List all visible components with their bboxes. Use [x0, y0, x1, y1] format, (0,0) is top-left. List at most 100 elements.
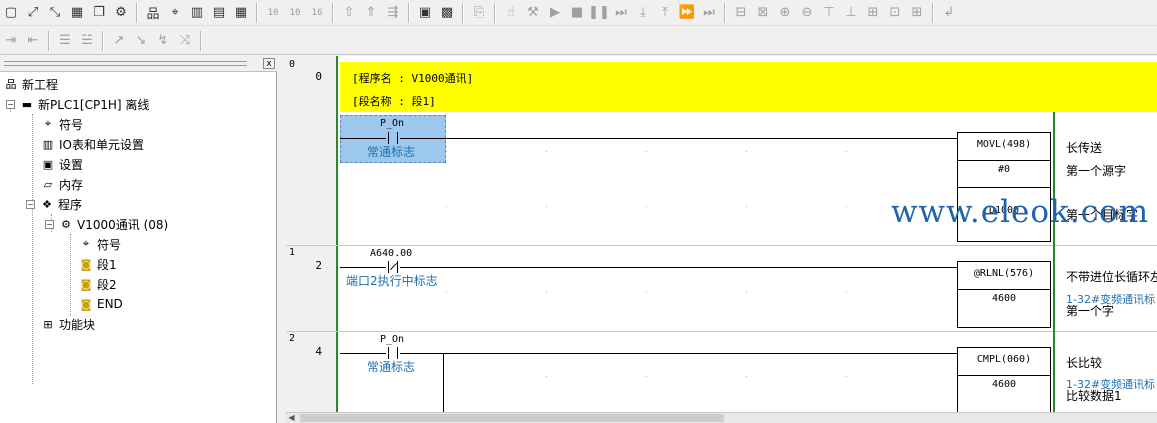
step-10b-icon[interactable]: 10 [285, 3, 305, 23]
fb-instruction: CMPL(060) [976, 354, 1032, 365]
tree-item-local-symbols[interactable]: ⌖ 符号 [78, 235, 121, 253]
tree-item-section-1[interactable]: ◙ 段1 [78, 255, 117, 273]
upload-icon[interactable]: ⇧ [339, 3, 359, 23]
fast-forward-icon[interactable]: ⏩ [677, 3, 697, 23]
rung-separator [286, 331, 1157, 332]
wire [340, 267, 386, 268]
settings-icon[interactable]: ⚙ [111, 3, 131, 23]
tree-item-plc[interactable]: − ▬ 新PLC1[CP1H] 离线 [6, 95, 149, 113]
secondary-toolbar: ⇥ ⇤ ☰ ☱ ↗ ↘ ↯ ⤨ [0, 27, 1157, 55]
scroll-left-icon[interactable]: ◀ [286, 413, 297, 423]
collapse-icon[interactable]: − [45, 219, 54, 229]
tree-item-program-v1000[interactable]: − ⚙ V1000通讯 (08) [45, 215, 168, 233]
io-icon[interactable]: ▥ [187, 3, 207, 23]
comment-icon[interactable]: ☰ [55, 31, 75, 51]
tree-item-settings[interactable]: ▣ 设置 [40, 155, 83, 173]
grid-icon[interactable]: ▦ [67, 3, 87, 23]
compare-icon[interactable]: ⇶ [383, 3, 403, 23]
separator [932, 2, 934, 23]
ladder-editor[interactable]: 0 0 1 2 2 4 [程序名 : V1000通讯] [段名称 : 段1] P… [286, 56, 1157, 423]
upload2-icon[interactable]: ⇑ [361, 3, 381, 23]
wire [340, 138, 386, 139]
window-icon[interactable]: ❐ [89, 3, 109, 23]
grid-dot [546, 206, 547, 207]
uncomment-icon[interactable]: ☱ [77, 31, 97, 51]
offline-icon[interactable]: ▩ [437, 3, 457, 23]
contact-comment: 端口2执行中标志 [346, 274, 438, 288]
step-number: 2 [315, 259, 322, 272]
vline-icon[interactable]: ⊥ [841, 3, 861, 23]
monitor-icon[interactable]: ☝ [501, 3, 521, 23]
memory-icon[interactable]: ▤ [209, 3, 229, 23]
indent-icon[interactable]: ⇥ [1, 31, 21, 51]
tree-item-project[interactable]: 品 新工程 [3, 75, 59, 93]
step-out-icon[interactable]: ⤒ [655, 3, 675, 23]
zoom-icon[interactable]: ⤢ [23, 3, 43, 23]
run-icon[interactable]: ▶ [545, 3, 565, 23]
rise-icon[interactable]: ↗ [109, 31, 129, 51]
instr3-icon[interactable]: ⊞ [907, 3, 927, 23]
contact-nc-icon[interactable]: ⊠ [753, 3, 773, 23]
zoom-fit-icon[interactable]: ⤡ [45, 3, 65, 23]
step-number: 0 [315, 70, 322, 83]
contact-operand: P_On [380, 118, 405, 129]
instr2-icon[interactable]: ⊡ [885, 3, 905, 23]
tree-item-memory[interactable]: ▱ 内存 [40, 175, 83, 193]
separator [48, 30, 50, 51]
rung-number: 2 [289, 333, 296, 344]
operand-comment: 第一个字 [1066, 304, 1115, 318]
collapse-icon[interactable]: − [6, 99, 15, 109]
hline-icon[interactable]: ⊤ [819, 3, 839, 23]
network-icon[interactable]: 品 [143, 3, 163, 23]
scroll-thumb[interactable] [300, 414, 724, 422]
main-toolbar: ▢ ⤢ ⤡ ▦ ❐ ⚙ 品 ⌖ ▥ ▤ ▦ 10 10 16 ⇧ ⇑ ⇶ ▣ ▩… [0, 0, 1157, 26]
grid-dot [646, 151, 647, 152]
function-block-icon: ⊞ [43, 317, 53, 331]
instr-icon[interactable]: ⊞ [863, 3, 883, 23]
step-icon[interactable]: ⏭ [611, 3, 631, 23]
coil-icon[interactable]: ⊕ [775, 3, 795, 23]
fb-operand-1: 4600 [991, 379, 1017, 390]
online-icon[interactable]: ▣ [415, 3, 435, 23]
coil-nc-icon[interactable]: ⊖ [797, 3, 817, 23]
tree-close-button[interactable]: x [263, 58, 275, 69]
fb-divider [958, 160, 1050, 161]
fall-icon[interactable]: ↘ [131, 31, 151, 51]
section-icon: ◙ [80, 257, 92, 271]
instr-comment: 长传送 [1066, 141, 1103, 155]
io-table-icon: ▥ [42, 137, 54, 151]
step-16-icon[interactable]: 16 [307, 3, 327, 23]
stop-icon[interactable]: ■ [567, 3, 587, 23]
end-icon[interactable]: ⏭ [699, 3, 719, 23]
tree-item-section-2[interactable]: ◙ 段2 [78, 275, 117, 293]
step-10-icon[interactable]: 10 [263, 3, 283, 23]
transfer-icon[interactable]: ⎘ [469, 3, 489, 23]
pause-icon[interactable]: ❚❚ [588, 3, 610, 23]
tree-item-io-table[interactable]: ▥ IO表和单元设置 [40, 135, 144, 153]
wire [443, 353, 444, 413]
table-icon[interactable]: ▦ [231, 3, 251, 23]
tree-grip[interactable] [4, 61, 247, 66]
grid-dot [546, 151, 547, 152]
tree-item-end[interactable]: ◙ END [78, 295, 123, 313]
contact-no-icon[interactable]: ⊟ [731, 3, 751, 23]
function-block-cmpl[interactable]: CMPL(060) 4600 [957, 347, 1051, 417]
grid-dot [846, 376, 847, 377]
step-into-icon[interactable]: ⤓ [633, 3, 653, 23]
tree-item-function-blocks[interactable]: ⊞ 功能块 [40, 315, 95, 333]
edge2-icon[interactable]: ⤨ [175, 31, 195, 51]
step-number: 4 [315, 345, 322, 358]
tree-item-programs[interactable]: − ❖ 程序 [26, 195, 82, 213]
tree-item-symbols[interactable]: ⌖ 符号 [40, 115, 83, 133]
separator [408, 2, 410, 23]
edge-icon[interactable]: ↯ [153, 31, 173, 51]
collapse-icon[interactable]: − [26, 199, 35, 209]
debug-icon[interactable]: ⚒ [523, 3, 543, 23]
horizontal-scrollbar[interactable]: ◀ [286, 412, 1157, 423]
outdent-icon[interactable]: ⇤ [23, 31, 43, 51]
tree-line [32, 114, 33, 384]
return-icon[interactable]: ↲ [939, 3, 959, 23]
new-icon[interactable]: ▢ [1, 3, 21, 23]
function-block-rlnl[interactable]: @RLNL(576) 4600 [957, 261, 1051, 328]
symbol-icon[interactable]: ⌖ [165, 3, 185, 23]
